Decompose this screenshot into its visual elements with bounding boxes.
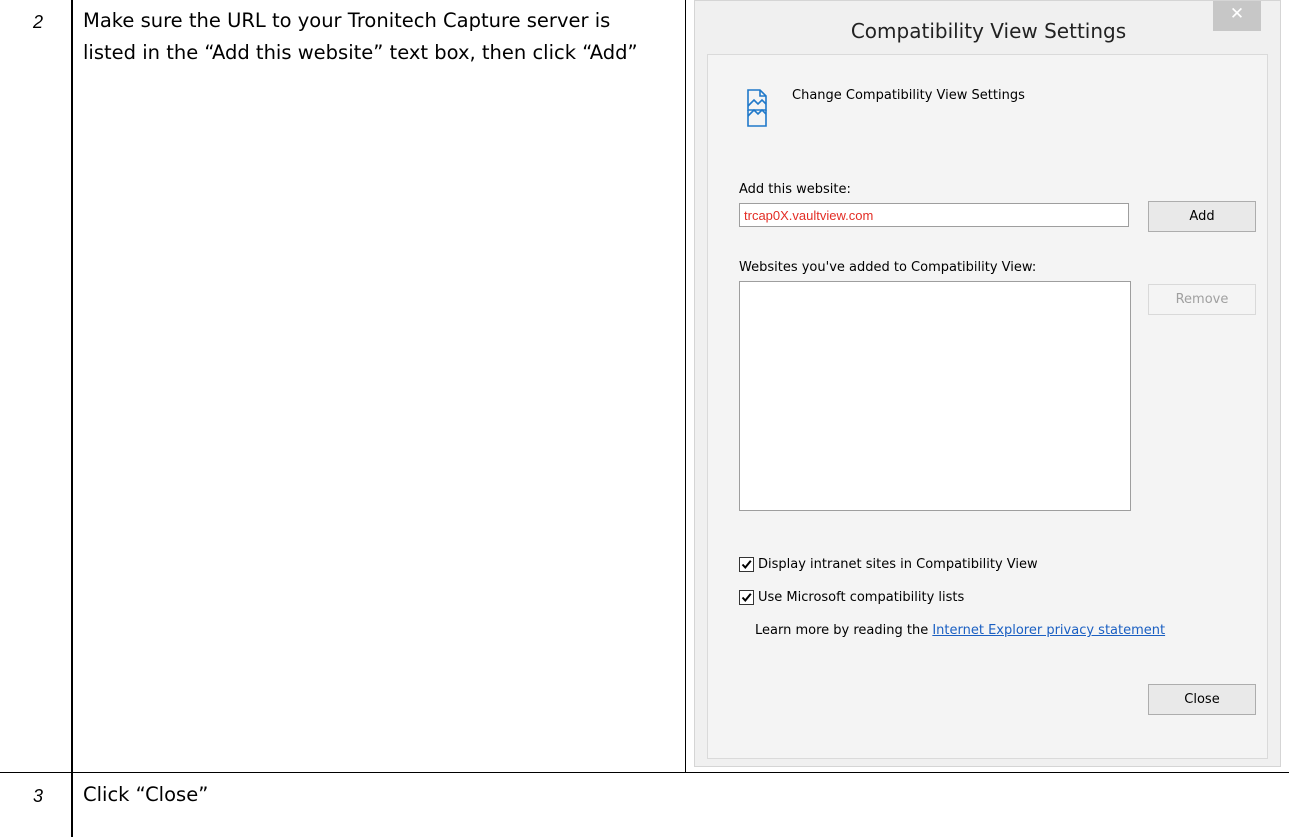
checkmark-icon: [741, 560, 752, 570]
dialog-title: Compatibility View Settings: [850, 19, 1127, 43]
learn-more-prefix: Learn more by reading the: [755, 623, 933, 638]
table-top-border: [71, 0, 73, 837]
table-column-divider: [685, 0, 686, 773]
learn-more-text: Learn more by reading the Internet Explo…: [755, 623, 1165, 638]
added-websites-list[interactable]: [739, 281, 1131, 511]
ms-compat-lists-checkbox[interactable]: [739, 590, 754, 605]
ms-compat-lists-label[interactable]: Use Microsoft compatibility lists: [758, 590, 964, 605]
add-button[interactable]: Add: [1148, 201, 1256, 232]
added-websites-label: Websites you've added to Compatibility V…: [739, 260, 1037, 275]
compatibility-view-page-icon: [747, 89, 767, 127]
dialog-header-label: Change Compatibility View Settings: [792, 88, 1025, 103]
dialog-content-panel: Change Compatibility View Settings Add t…: [707, 54, 1268, 759]
intranet-checkbox[interactable]: [739, 557, 754, 572]
checkmark-icon: [741, 593, 752, 603]
close-icon[interactable]: ✕: [1213, 1, 1261, 31]
step-instruction: Make sure the URL to your Tronitech Capt…: [83, 9, 638, 64]
close-button[interactable]: Close: [1148, 684, 1256, 715]
privacy-statement-link[interactable]: Internet Explorer privacy statement: [932, 623, 1165, 638]
compatibility-view-settings-dialog: Compatibility View Settings ✕ Change Com…: [694, 0, 1281, 767]
step-number: 2: [33, 12, 44, 32]
intranet-checkbox-label[interactable]: Display intranet sites in Compatibility …: [758, 557, 1038, 572]
remove-button[interactable]: Remove: [1148, 284, 1256, 315]
step-number: 3: [33, 786, 44, 806]
step-instruction: Click “Close”: [83, 783, 209, 806]
table-row-divider: [0, 772, 1289, 773]
add-website-input[interactable]: [739, 203, 1129, 227]
add-website-label: Add this website:: [739, 182, 851, 197]
